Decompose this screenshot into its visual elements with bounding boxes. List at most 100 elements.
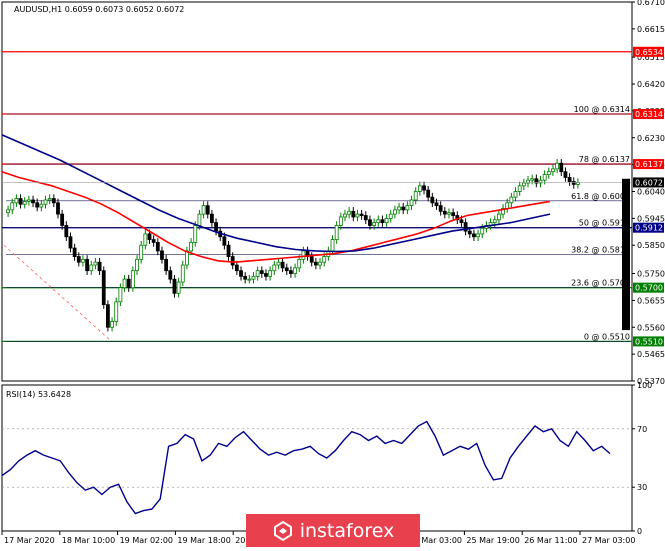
candle-body[interactable] xyxy=(176,281,181,294)
candle-body[interactable] xyxy=(47,198,52,201)
candle-body[interactable] xyxy=(509,196,514,204)
candle-body[interactable] xyxy=(330,239,335,252)
candle-body[interactable] xyxy=(388,213,393,219)
candle-body[interactable] xyxy=(376,219,381,224)
candle-body[interactable] xyxy=(430,196,435,204)
candle-body[interactable] xyxy=(272,264,277,272)
candle-body[interactable] xyxy=(197,213,202,226)
candle-body[interactable] xyxy=(22,200,27,205)
candle-body[interactable] xyxy=(492,219,497,224)
candle-body[interactable] xyxy=(268,270,273,277)
candle-body[interactable] xyxy=(89,264,94,272)
candle-body[interactable] xyxy=(563,171,568,178)
candle-body[interactable] xyxy=(551,168,555,173)
candle-body[interactable] xyxy=(405,205,410,211)
candle-body[interactable] xyxy=(193,225,198,243)
candle-body[interactable] xyxy=(505,202,510,209)
candle-body[interactable] xyxy=(513,191,518,198)
candle-body[interactable] xyxy=(363,215,368,221)
candle-body[interactable] xyxy=(413,191,418,201)
candle-body[interactable] xyxy=(180,264,185,283)
candle-body[interactable] xyxy=(434,202,439,207)
rsi-plot-area[interactable] xyxy=(1,384,633,532)
candle-body[interactable] xyxy=(542,174,547,181)
candle-body[interactable] xyxy=(205,205,210,215)
candle-body[interactable] xyxy=(368,219,372,226)
candle-body[interactable] xyxy=(380,219,385,224)
candle-body[interactable] xyxy=(438,205,443,212)
candle-body[interactable] xyxy=(422,185,426,191)
candle-body[interactable] xyxy=(284,267,289,272)
candle-body[interactable] xyxy=(459,219,464,224)
candle-body[interactable] xyxy=(6,209,10,214)
candle-body[interactable] xyxy=(555,162,560,170)
candle-body[interactable] xyxy=(347,210,352,215)
candle-body[interactable] xyxy=(276,261,281,266)
candle-body[interactable] xyxy=(322,256,327,263)
candle-body[interactable] xyxy=(393,209,397,215)
candle-body[interactable] xyxy=(530,178,535,181)
candle-body[interactable] xyxy=(151,239,156,243)
candle-body[interactable] xyxy=(209,213,214,224)
candle-body[interactable] xyxy=(264,273,268,277)
candle-body[interactable] xyxy=(259,270,264,274)
candle-body[interactable] xyxy=(301,250,306,260)
candle-body[interactable] xyxy=(467,230,472,235)
candle-body[interactable] xyxy=(31,199,35,204)
candle-body[interactable] xyxy=(401,206,406,211)
candle-body[interactable] xyxy=(147,233,152,240)
candle-body[interactable] xyxy=(243,275,248,280)
candle-body[interactable] xyxy=(155,242,160,252)
candle-body[interactable] xyxy=(447,212,451,215)
price-plot-area[interactable] xyxy=(1,1,633,382)
candle-body[interactable] xyxy=(372,222,377,226)
candle-body[interactable] xyxy=(164,258,169,272)
candle-body[interactable] xyxy=(546,171,551,175)
candle-body[interactable] xyxy=(143,233,148,246)
chart-canvas[interactable]: 100 @ 0.631478 @ 0.613761.8 @ 0.600750 @… xyxy=(0,0,665,547)
candle-body[interactable] xyxy=(214,222,218,232)
candle-body[interactable] xyxy=(114,301,119,323)
candle-body[interactable] xyxy=(122,278,127,289)
candle-body[interactable] xyxy=(35,202,40,208)
candle-body[interactable] xyxy=(480,227,485,235)
candle-body[interactable] xyxy=(318,261,322,266)
candle-body[interactable] xyxy=(43,199,48,205)
candle-body[interactable] xyxy=(189,242,193,252)
candle-body[interactable] xyxy=(247,278,252,281)
candle-body[interactable] xyxy=(289,270,293,274)
candle-body[interactable] xyxy=(442,210,447,215)
candle-body[interactable] xyxy=(351,210,356,218)
candle-body[interactable] xyxy=(97,261,102,272)
candle-body[interactable] xyxy=(567,176,572,183)
candle-body[interactable] xyxy=(234,264,239,272)
candle-body[interactable] xyxy=(56,202,60,215)
candle-body[interactable] xyxy=(384,217,389,224)
candle-body[interactable] xyxy=(355,213,360,218)
candle-body[interactable] xyxy=(417,185,422,192)
candle-body[interactable] xyxy=(168,270,173,280)
candle-body[interactable] xyxy=(334,225,339,240)
candle-body[interactable] xyxy=(76,256,81,263)
candle-body[interactable] xyxy=(359,213,364,216)
candle-body[interactable] xyxy=(496,213,501,221)
candle-body[interactable] xyxy=(39,203,44,208)
candle-body[interactable] xyxy=(201,205,206,215)
candle-body[interactable] xyxy=(476,233,480,238)
candle-body[interactable] xyxy=(222,236,227,246)
candle-body[interactable] xyxy=(72,247,77,257)
candle-body[interactable] xyxy=(251,275,256,280)
candle-body[interactable] xyxy=(521,182,526,187)
candle-body[interactable] xyxy=(293,267,297,274)
candle-body[interactable] xyxy=(60,213,65,226)
candle-body[interactable] xyxy=(139,244,144,260)
candle-body[interactable] xyxy=(517,185,522,192)
candle-body[interactable] xyxy=(255,270,260,277)
candle-body[interactable] xyxy=(26,199,31,202)
candle-body[interactable] xyxy=(18,198,23,205)
candle-body[interactable] xyxy=(10,202,15,211)
candle-body[interactable] xyxy=(160,250,164,260)
candle-body[interactable] xyxy=(185,250,189,266)
candle-body[interactable] xyxy=(64,225,69,238)
candle-body[interactable] xyxy=(280,261,285,269)
